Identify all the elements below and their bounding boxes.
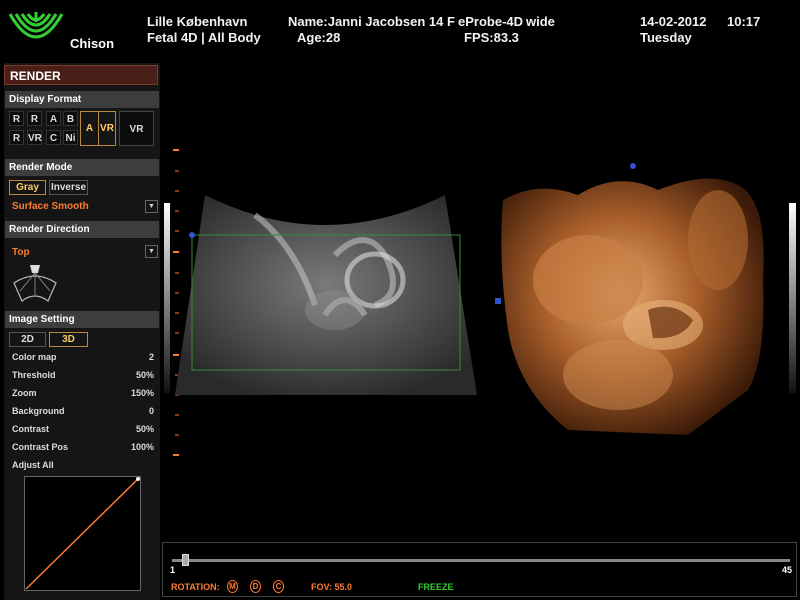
date: 14-02-2012 bbox=[640, 14, 707, 29]
format-b-button[interactable]: B bbox=[63, 111, 78, 126]
patient-age: Age:28 bbox=[297, 30, 341, 45]
gray-button[interactable]: Gray bbox=[9, 180, 46, 195]
tab-3d[interactable]: 3D bbox=[49, 332, 88, 347]
rotation-m-icon[interactable]: M bbox=[227, 580, 238, 593]
format-r-button[interactable]: R bbox=[27, 111, 42, 126]
weekday: Tuesday bbox=[640, 30, 692, 45]
format-r-button[interactable]: R bbox=[9, 111, 24, 126]
setting-label-threshold: Threshold bbox=[12, 370, 56, 380]
curve-handle[interactable] bbox=[136, 477, 140, 481]
format-vr-button[interactable]: VR bbox=[27, 130, 42, 145]
format-c-button[interactable]: C bbox=[46, 130, 61, 145]
slider-max: 45 bbox=[782, 565, 793, 575]
render-box-handle[interactable] bbox=[495, 298, 501, 304]
probe-direction-icon bbox=[13, 265, 57, 302]
setting-label-color-map: Color map bbox=[12, 352, 57, 362]
format-r-button[interactable]: R bbox=[9, 130, 24, 145]
setting-value-color-map[interactable]: 2 bbox=[149, 352, 154, 362]
exam-type: Fetal 4D | All Body bbox=[147, 30, 261, 45]
rotation-d-icon[interactable]: D bbox=[250, 580, 261, 593]
chison-logo-icon bbox=[8, 12, 64, 39]
fov-readout: FOV: 55.0 bbox=[311, 582, 353, 592]
ultrasound-2d-image[interactable] bbox=[175, 195, 477, 395]
brand-name: Chison bbox=[70, 36, 115, 51]
display-format-heading: Display Format bbox=[5, 91, 159, 108]
probe-name: eProbe-4D bbox=[458, 14, 524, 29]
setting-value-contrast[interactable]: 50% bbox=[136, 424, 154, 434]
setting-label-background: Background bbox=[12, 406, 65, 416]
adjust-all-label[interactable]: Adjust All bbox=[12, 460, 54, 470]
render-mode-heading: Render Mode bbox=[5, 159, 159, 176]
render-direction-select[interactable]: Top bbox=[12, 247, 30, 258]
render-direction-dropdown-icon[interactable]: ▼ bbox=[145, 245, 158, 258]
format-vr-full-button[interactable]: VR bbox=[119, 111, 154, 146]
cine-slider-knob[interactable] bbox=[182, 554, 189, 566]
format-a-vr-button[interactable]: A VR bbox=[80, 111, 116, 146]
panel-title: RENDER bbox=[4, 65, 158, 85]
gray-curve-graph[interactable] bbox=[24, 476, 141, 591]
setting-label-zoom: Zoom bbox=[12, 388, 37, 398]
patient-name: Name:Janni Jacobsen 14 F bbox=[288, 14, 455, 29]
gray-curve-line bbox=[25, 477, 140, 590]
display-format-grid: R R A B R VR C Ni bbox=[9, 111, 79, 147]
hospital-name: Lille København bbox=[147, 14, 248, 29]
format-ni-button[interactable]: Ni bbox=[63, 130, 78, 145]
setting-value-threshold[interactable]: 50% bbox=[136, 370, 154, 380]
format-vr-label: VR bbox=[98, 112, 115, 145]
render-mode-select[interactable]: Surface Smooth bbox=[12, 201, 89, 212]
tab-2d[interactable]: 2D bbox=[9, 332, 46, 347]
setting-label-contrast: Contrast bbox=[12, 424, 50, 434]
setting-value-background[interactable]: 0 bbox=[149, 406, 154, 416]
fps-readout: FPS:83.3 bbox=[464, 30, 519, 45]
format-a-button[interactable]: A bbox=[46, 111, 61, 126]
inverse-button[interactable]: Inverse bbox=[49, 180, 88, 195]
gray-scale-bar bbox=[789, 203, 796, 393]
rotation-c-icon[interactable]: C bbox=[273, 580, 284, 593]
render-direction-heading: Render Direction bbox=[5, 221, 159, 238]
setting-value-contrast-pos[interactable]: 100% bbox=[131, 442, 154, 452]
render-rotation-handle[interactable] bbox=[630, 163, 636, 169]
image-setting-heading: Image Setting bbox=[5, 311, 159, 328]
slider-min: 1 bbox=[170, 565, 176, 575]
format-a-label: A bbox=[85, 123, 94, 134]
probe-mode: wide bbox=[526, 14, 555, 29]
ultrasound-3d-render[interactable] bbox=[498, 160, 773, 435]
cine-slider-track[interactable] bbox=[172, 559, 790, 562]
setting-label-contrast-pos: Contrast Pos bbox=[12, 442, 69, 452]
time: 10:17 bbox=[727, 14, 761, 29]
render-mode-dropdown-icon[interactable]: ▼ bbox=[145, 200, 158, 213]
roi-handle[interactable] bbox=[189, 232, 195, 238]
rotation-label: ROTATION: bbox=[171, 582, 220, 592]
freeze-status[interactable]: FREEZE bbox=[418, 582, 454, 592]
setting-value-zoom[interactable]: 150% bbox=[131, 388, 154, 398]
